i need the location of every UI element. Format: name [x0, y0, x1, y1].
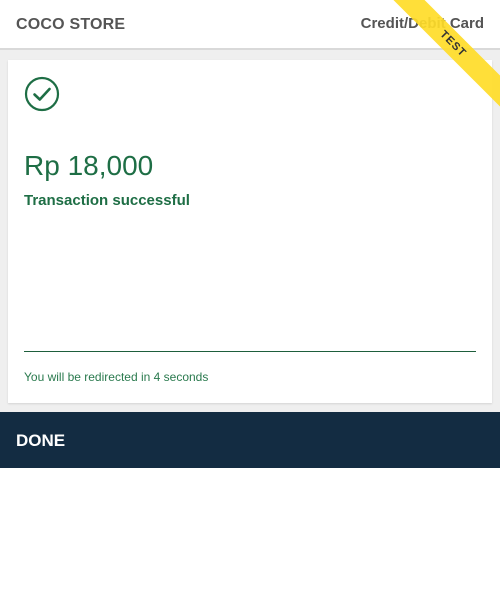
payment-page: COCO STORE Credit/Debit Card Rp 18,000 T…: [0, 0, 500, 604]
transaction-amount: Rp 18,000: [24, 150, 154, 181]
redirect-message: You will be redirected in 4 seconds: [24, 370, 209, 384]
transaction-status: Transaction successful: [24, 192, 190, 209]
store-name: COCO STORE: [16, 16, 126, 33]
done-button-label: DONE: [16, 431, 66, 450]
divider: [24, 351, 476, 352]
header: COCO STORE Credit/Debit Card: [0, 0, 500, 50]
transaction-card: Rp 18,000 Transaction successful You wil…: [8, 60, 492, 403]
check-circle-icon: [24, 76, 60, 112]
payment-method-label: Credit/Debit Card: [360, 15, 484, 32]
done-button[interactable]: DONE: [0, 412, 500, 468]
